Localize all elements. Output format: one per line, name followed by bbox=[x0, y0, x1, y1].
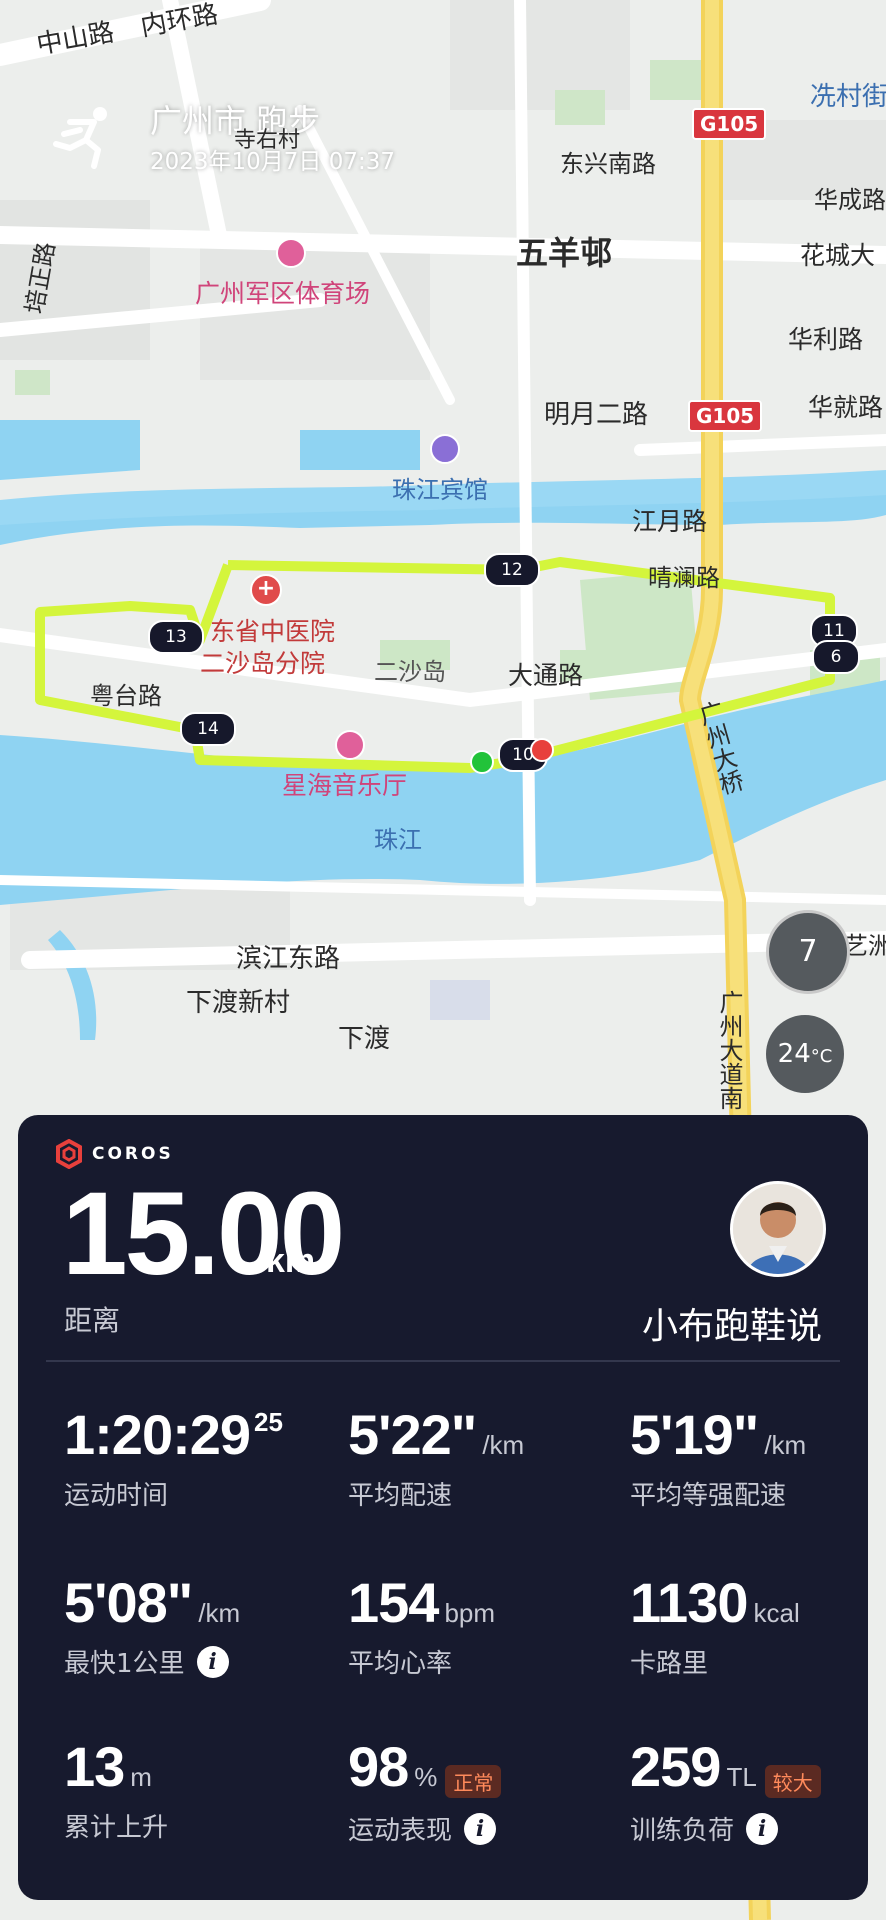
status-badge: 正常 bbox=[445, 1765, 502, 1798]
map-label: 寺右村 bbox=[234, 128, 301, 153]
stat-unit: /km bbox=[482, 1430, 525, 1460]
brand-logo: COROS bbox=[54, 1139, 174, 1169]
stat-label: 训练负荷 bbox=[630, 1816, 735, 1846]
stat-unit: /km bbox=[198, 1598, 241, 1628]
km-marker[interactable]: 14 bbox=[180, 712, 236, 746]
divider bbox=[46, 1360, 840, 1362]
map-label: 二沙岛 bbox=[374, 658, 446, 686]
stat-label: 平均心率 bbox=[348, 1649, 453, 1679]
map-label: 大通路 bbox=[508, 661, 584, 690]
running-icon bbox=[53, 107, 107, 169]
stat-value: 259 bbox=[630, 1735, 721, 1798]
concert-poi-icon bbox=[335, 730, 365, 760]
avatar-image bbox=[733, 1184, 823, 1274]
map-label: 华就路 bbox=[808, 393, 884, 422]
stat-value: 154 bbox=[348, 1571, 439, 1634]
stat-grade-adjusted-pace: 5'19"/km 平均等强配速 bbox=[630, 1407, 806, 1512]
highway-shield: G105 bbox=[688, 400, 763, 432]
status-badge: 较大 bbox=[764, 1765, 821, 1798]
stat-label: 运动时间 bbox=[64, 1481, 169, 1511]
stat-training-load: 259 TL 较大 训练负荷 i bbox=[630, 1739, 821, 1847]
stat-unit: kcal bbox=[753, 1598, 800, 1628]
stat-label: 最快1公里 bbox=[64, 1649, 185, 1679]
map-label: 花城大 bbox=[800, 241, 876, 270]
info-icon[interactable]: i bbox=[464, 1812, 497, 1845]
km-marker[interactable]: 12 bbox=[484, 553, 540, 587]
km-marker[interactable]: 6 bbox=[812, 640, 860, 674]
brand-name: COROS bbox=[92, 1144, 174, 1164]
map-label: 珠江宾馆 bbox=[392, 476, 488, 504]
username: 小布跑鞋说 bbox=[641, 1306, 822, 1347]
stat-label: 运动表现 bbox=[348, 1816, 453, 1846]
stat-unit: /km bbox=[764, 1430, 807, 1460]
stadium-poi-icon bbox=[276, 238, 306, 268]
stat-performance: 98% 正常 运动表现 i bbox=[348, 1735, 502, 1847]
map-label: 东省中医院 bbox=[210, 617, 336, 646]
end-point-icon bbox=[530, 738, 554, 762]
map-label: 明月二路 bbox=[544, 400, 649, 430]
map-label: 晴澜路 bbox=[648, 564, 720, 592]
start-point-icon bbox=[470, 750, 494, 774]
stat-value: 5'22" bbox=[348, 1403, 477, 1466]
stat-value: 5'08" bbox=[64, 1571, 193, 1634]
highway-shield: G105 bbox=[692, 108, 767, 140]
map-label: 艺洲 bbox=[844, 932, 886, 960]
coros-logo-icon bbox=[56, 1139, 82, 1169]
hotel-poi-icon bbox=[430, 434, 460, 464]
map-label: 五羊邨 bbox=[516, 234, 613, 272]
stat-label: 累计上升 bbox=[64, 1813, 169, 1843]
map-label: 华成路 bbox=[814, 186, 886, 214]
summary-card: COROS 15.00 km 距离 小布跑鞋说 1:20:29 25 运动时间 5… bbox=[18, 1115, 868, 1900]
map-label: 滨江东路 bbox=[236, 944, 341, 974]
stat-elevation-gain: 13 m 累计上升 bbox=[64, 1739, 168, 1844]
map-label: 广州军区体育场 bbox=[195, 279, 371, 308]
map-label: 广州大道南 bbox=[715, 990, 743, 1110]
stat-label: 卡路里 bbox=[630, 1649, 709, 1679]
stat-fastest-km: 5'08"/km 最快1公里 i bbox=[64, 1575, 240, 1680]
stat-calories: 1130 kcal 卡路里 bbox=[630, 1575, 800, 1680]
compass-button[interactable]: 7 bbox=[766, 910, 850, 994]
info-icon[interactable]: i bbox=[746, 1812, 779, 1845]
map-label: 冼村街 bbox=[810, 82, 886, 112]
info-icon[interactable]: i bbox=[196, 1645, 229, 1678]
avatar[interactable] bbox=[730, 1181, 826, 1277]
temperature-value: 24 bbox=[777, 1039, 811, 1069]
map-label: 星海音乐厅 bbox=[282, 771, 408, 800]
stat-value: 1:20:29 bbox=[64, 1403, 251, 1466]
stat-unit: TL bbox=[726, 1762, 757, 1792]
map-label: 粤台路 bbox=[90, 682, 162, 710]
distance-label: 距离 bbox=[64, 1304, 121, 1337]
temperature-badge: 24°C bbox=[766, 1015, 844, 1093]
stat-unit: bpm bbox=[444, 1598, 496, 1628]
stat-duration: 1:20:29 25 运动时间 bbox=[64, 1407, 283, 1512]
map-label: 东兴南路 bbox=[560, 150, 656, 178]
map-label: 二沙岛分院 bbox=[200, 649, 326, 678]
stat-avg-pace: 5'22"/km 平均配速 bbox=[348, 1407, 524, 1512]
map-label: 珠江 bbox=[374, 826, 422, 854]
stat-unit: m bbox=[130, 1762, 152, 1792]
stat-heart-rate: 154 bpm 平均心率 bbox=[348, 1575, 495, 1680]
stat-unit: % bbox=[414, 1762, 438, 1792]
stat-value: 1130 bbox=[630, 1571, 748, 1634]
hospital-poi-icon: + bbox=[250, 574, 282, 606]
stat-value: 5'19" bbox=[630, 1403, 759, 1466]
map-label: 江月路 bbox=[632, 507, 708, 536]
stat-centiseconds: 25 bbox=[254, 1407, 283, 1437]
km-marker[interactable]: 13 bbox=[148, 620, 204, 654]
temperature-unit: °C bbox=[810, 1046, 833, 1067]
stat-value: 13 bbox=[64, 1735, 125, 1798]
stat-label: 平均配速 bbox=[348, 1481, 453, 1511]
distance-unit: km bbox=[266, 1242, 316, 1280]
stat-label: 平均等强配速 bbox=[630, 1481, 787, 1511]
stat-value: 98 bbox=[348, 1735, 409, 1798]
map-label: 下渡新村 bbox=[186, 988, 291, 1018]
map-label: 下渡 bbox=[338, 1024, 391, 1054]
map-label: 华利路 bbox=[788, 325, 864, 354]
